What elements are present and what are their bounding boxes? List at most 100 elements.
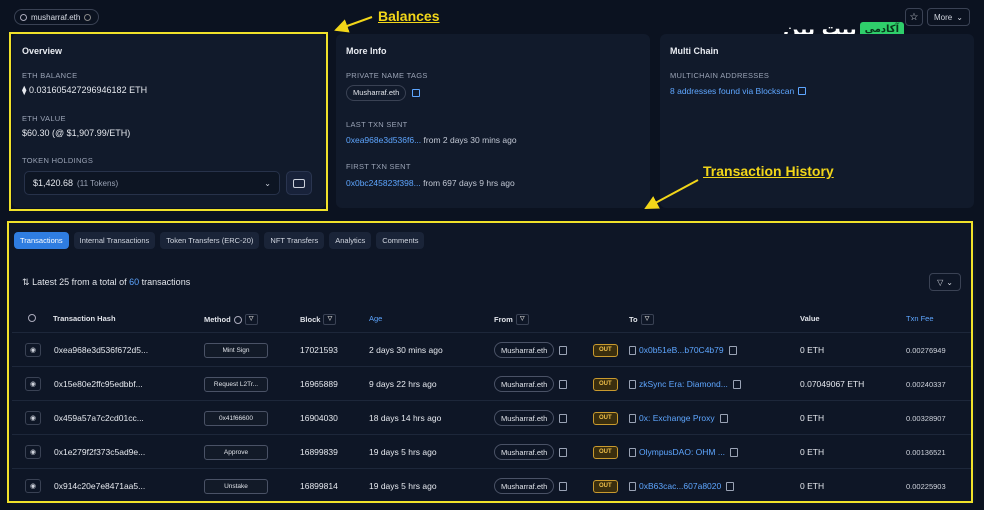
copy-icon[interactable] xyxy=(559,481,568,491)
col-txn-fee[interactable]: Txn Fee xyxy=(906,314,934,323)
col-method: Method ▽ xyxy=(204,314,258,325)
ens-name-pill[interactable]: musharraf.eth xyxy=(14,9,100,25)
favorite-star-button[interactable]: ☆ xyxy=(905,8,923,26)
chevron-down-icon: ⌄ xyxy=(264,178,271,188)
txn-fee: 0.00225903 xyxy=(906,481,946,491)
from-address-pill[interactable]: Musharraf.eth xyxy=(494,444,555,460)
eth-balance-value: ⧫ 0.031605427296946182 ETH xyxy=(22,85,148,95)
direction-badge: OUT xyxy=(593,377,618,391)
eye-icon[interactable]: ◉ xyxy=(25,411,41,425)
to-address-link[interactable]: 0xB63cac...607a8020 xyxy=(639,481,721,491)
chevron-down-icon: ⌄ xyxy=(946,277,953,287)
col-info xyxy=(28,314,36,322)
txn-hash-link[interactable]: 0xea968e3d536f672d5... xyxy=(54,333,148,367)
copy-icon[interactable] xyxy=(84,13,92,21)
from-address-pill[interactable]: Musharraf.eth xyxy=(494,478,555,494)
tab-nft-transfers[interactable]: NFT Transfers xyxy=(264,232,325,249)
total-count-link[interactable]: 60 xyxy=(129,277,139,287)
eth-value-label: ETH VALUE xyxy=(22,114,66,123)
block-link[interactable]: 16904030 xyxy=(300,401,338,435)
from-address-pill[interactable]: Musharraf.eth xyxy=(494,376,555,392)
more-label: More xyxy=(934,12,953,22)
name-tags-label: PRIVATE NAME TAGS xyxy=(346,71,428,80)
eye-icon[interactable]: ◉ xyxy=(25,445,41,459)
filter-icon[interactable]: ▽ xyxy=(244,314,258,325)
txn-age: 19 days 5 hrs ago xyxy=(369,447,437,457)
copy-icon[interactable] xyxy=(729,447,738,457)
eye-icon[interactable]: ◉ xyxy=(25,343,41,357)
copy-icon[interactable] xyxy=(732,379,741,389)
external-link-icon[interactable] xyxy=(798,87,807,95)
txn-hash-link[interactable]: 0x15e80e2ffc95edbbf... xyxy=(54,367,143,401)
txn-hash-link[interactable]: 0x914c20e7e8471aa5... xyxy=(54,469,145,503)
col-to: To ▽ xyxy=(629,314,654,325)
copy-icon[interactable] xyxy=(559,345,568,355)
txn-hash-link[interactable]: 0x459a57a7c2cd01cc... xyxy=(54,401,144,435)
copy-icon[interactable] xyxy=(719,413,728,423)
contract-icon xyxy=(629,379,636,389)
multichain-addresses-label: MULTICHAIN ADDRESSES xyxy=(670,71,770,80)
edit-icon[interactable] xyxy=(412,89,421,97)
filter-dropdown-button[interactable]: ▽ ⌄ xyxy=(929,273,961,291)
txn-hash-link[interactable]: 0x1e279f2f373c5ad9e... xyxy=(54,435,145,469)
block-link[interactable]: 16965889 xyxy=(300,367,338,401)
copy-icon[interactable] xyxy=(728,345,737,355)
last-txn-label: LAST TXN SENT xyxy=(346,120,408,129)
eye-icon[interactable]: ◉ xyxy=(25,479,41,493)
copy-icon[interactable] xyxy=(559,447,568,457)
multichain-addresses-link[interactable]: 8 addresses found via Blockscan xyxy=(670,86,794,96)
from-address-pill[interactable]: Musharraf.eth xyxy=(494,410,555,426)
txn-value: 0 ETH xyxy=(800,447,825,457)
copy-icon[interactable] xyxy=(726,481,735,491)
overview-title: Overview xyxy=(22,46,63,56)
info-icon xyxy=(233,315,242,324)
multi-chain-title: Multi Chain xyxy=(670,46,719,56)
block-link[interactable]: 17021593 xyxy=(300,333,338,367)
method-badge: 0x41f66600 xyxy=(204,410,268,426)
tab-comments[interactable]: Comments xyxy=(376,232,425,249)
more-info-card: More Info PRIVATE NAME TAGS Musharraf.et… xyxy=(336,34,650,208)
filter-icon[interactable]: ▽ xyxy=(515,314,529,325)
copy-icon[interactable] xyxy=(559,379,568,389)
ens-icon xyxy=(20,13,27,21)
multi-chain-card: Multi Chain MULTICHAIN ADDRESSES 8 addre… xyxy=(660,34,974,208)
to-address-link[interactable]: 0x0b51eB...b70C4b79 xyxy=(639,345,724,355)
block-link[interactable]: 16899839 xyxy=(300,435,338,469)
to-address-link[interactable]: OlympusDAO: OHM ... xyxy=(639,447,725,457)
block-link[interactable]: 16899814 xyxy=(300,469,338,503)
first-txn-row: 0x0bc245823f398... from 697 days 9 hrs a… xyxy=(346,178,515,188)
method-badge: Mint Sign xyxy=(204,342,268,358)
contract-icon xyxy=(629,481,636,491)
copy-icon[interactable] xyxy=(559,413,568,423)
last-txn-link[interactable]: 0xea968e3d536f6... xyxy=(346,135,421,145)
name-tag-pill[interactable]: Musharraf.eth xyxy=(346,85,407,101)
filter-icon[interactable]: ▽ xyxy=(640,314,654,325)
eye-icon[interactable]: ◉ xyxy=(25,377,41,391)
col-hash: Transaction Hash xyxy=(53,314,116,323)
history-annotation: Transaction History xyxy=(703,163,834,179)
txn-value: 0.07049067 ETH xyxy=(800,379,865,389)
table-row: ◉ 0x914c20e7e8471aa5... Unstake 16899814… xyxy=(12,468,972,502)
token-wallet-button[interactable] xyxy=(286,171,312,195)
tab-transactions[interactable]: Transactions xyxy=(14,232,69,249)
direction-badge: OUT xyxy=(593,479,618,493)
txn-age: 19 days 5 hrs ago xyxy=(369,481,437,491)
from-address-pill[interactable]: Musharraf.eth xyxy=(494,342,555,358)
more-dropdown-button[interactable]: More ⌄ xyxy=(927,8,970,26)
col-age[interactable]: Age xyxy=(369,314,382,323)
transactions-summary: ⇅ Latest 25 from a total of 60 transacti… xyxy=(22,277,191,287)
first-txn-link[interactable]: 0x0bc245823f398... xyxy=(346,178,421,188)
last-txn-row: 0xea968e3d536f6... from 2 days 30 mins a… xyxy=(346,135,517,145)
txn-value: 0 ETH xyxy=(800,481,825,491)
method-badge: Request L2Tr... xyxy=(204,376,268,392)
tab-internal-transactions[interactable]: Internal Transactions xyxy=(73,232,156,249)
tab-analytics[interactable]: Analytics xyxy=(329,232,372,249)
to-address-link[interactable]: zkSync Era: Diamond... xyxy=(639,379,728,389)
to-address-link[interactable]: 0x: Exchange Proxy xyxy=(639,413,715,423)
token-holdings-select[interactable]: $1,420.68 (11 Tokens) ⌄ xyxy=(24,171,280,195)
direction-badge: OUT xyxy=(593,445,618,459)
token-count: (11 Tokens) xyxy=(77,178,119,188)
token-holdings-label: TOKEN HOLDINGS xyxy=(22,156,94,165)
filter-icon[interactable]: ▽ xyxy=(323,314,337,325)
tab-token-transfers[interactable]: Token Transfers (ERC-20) xyxy=(160,232,260,249)
